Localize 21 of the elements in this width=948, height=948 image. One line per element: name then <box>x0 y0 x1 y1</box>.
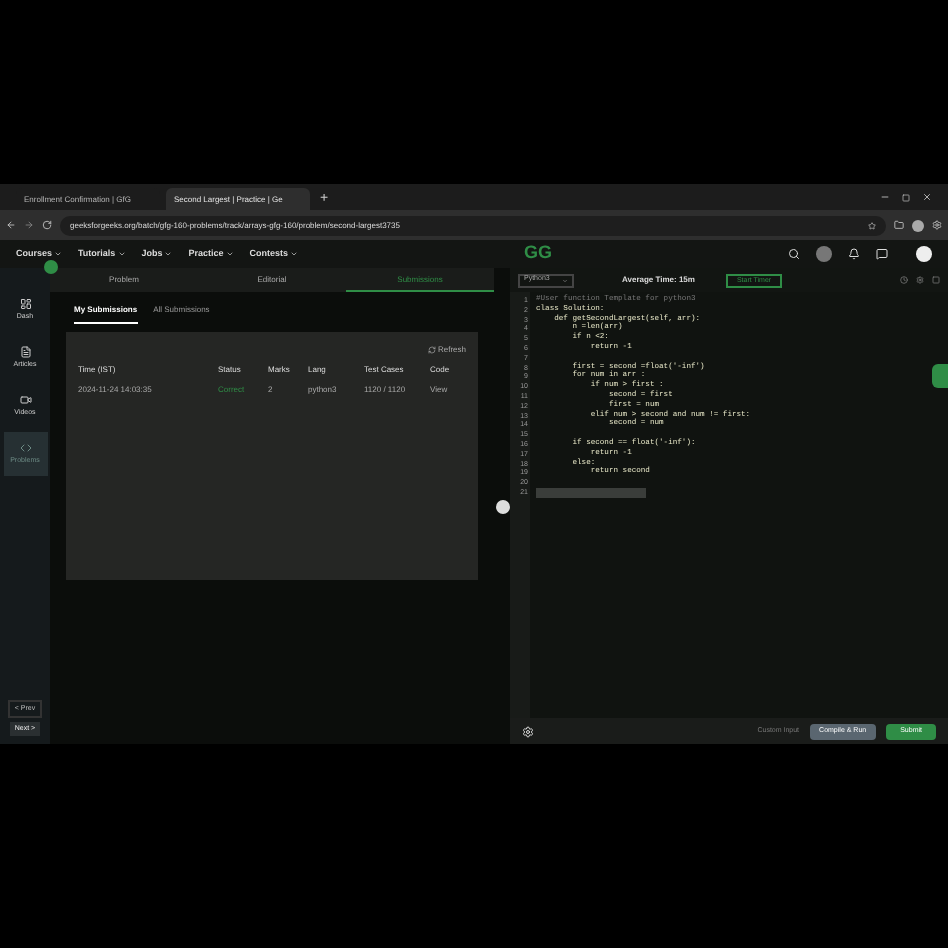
user-avatar[interactable] <box>816 246 832 262</box>
minimize-icon[interactable] <box>880 192 890 202</box>
maximize-icon[interactable] <box>902 194 910 202</box>
video-camera-icon <box>19 393 31 406</box>
floating-tab[interactable] <box>932 364 948 388</box>
forward-icon[interactable] <box>24 220 34 230</box>
code-icon <box>19 441 31 454</box>
account-avatar[interactable] <box>916 246 932 262</box>
reload-icon[interactable] <box>42 220 52 230</box>
document-icon <box>19 345 31 358</box>
search-icon[interactable] <box>788 248 800 260</box>
site-logo[interactable]: GG <box>523 240 552 268</box>
resize-handle[interactable] <box>495 499 509 513</box>
profile-avatar[interactable] <box>912 219 924 231</box>
dashboard-icon <box>19 297 31 310</box>
bell-icon[interactable] <box>848 248 860 260</box>
bookmark-icon[interactable] <box>868 221 876 229</box>
chat-icon[interactable] <box>876 248 888 260</box>
clock-icon[interactable] <box>900 276 908 284</box>
back-icon[interactable] <box>6 220 16 230</box>
refresh-icon <box>427 346 436 354</box>
